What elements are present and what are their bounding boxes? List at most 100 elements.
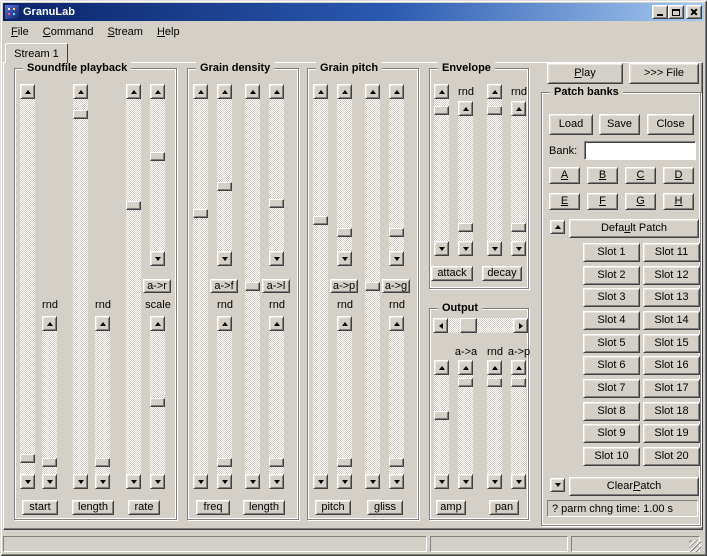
output-amp-slider-up-button[interactable] [434, 360, 449, 375]
soundfile-start-rnd-slider-up-button[interactable] [42, 316, 57, 331]
envelope-decay-slider-down-button[interactable] [487, 241, 502, 256]
soundfile-rate-scale-slider-down-button[interactable] [150, 474, 165, 489]
density-freq-mod-slider-track[interactable] [217, 99, 232, 251]
clear-patch-button[interactable]: Clear Patch [569, 477, 699, 496]
envelope-attack-rnd-slider-down-button[interactable] [458, 241, 473, 256]
envelope-attack-slider-up-button[interactable] [434, 84, 449, 99]
density-freq-slider-track[interactable] [193, 99, 208, 474]
soundfile-rate-slider-thumb[interactable] [126, 201, 141, 210]
envelope-decay-slider-track[interactable] [487, 99, 502, 241]
bank-c-button[interactable]: C [625, 167, 656, 184]
soundfile-rate-slider-up-button[interactable] [126, 84, 141, 99]
soundfile-rate-slider-track[interactable] [126, 99, 141, 474]
pitch-pitch-mod-slider-up-button[interactable] [337, 84, 352, 99]
soundfile-rate-scale-slider-up-button[interactable] [150, 316, 165, 331]
density-length-mod-slider-down-button[interactable] [269, 251, 284, 266]
pitch-gliss-slider-up-button[interactable] [365, 84, 380, 99]
output-amp-slider-track[interactable] [434, 375, 449, 474]
soundfile-length-slider-track[interactable] [73, 99, 88, 474]
pitch-gliss-mod-button[interactable]: a->g [382, 279, 410, 293]
soundfile-start-slider-thumb[interactable] [20, 454, 35, 463]
pitch-pitch-slider-down-button[interactable] [313, 474, 328, 489]
slot-17-button[interactable]: Slot 17 [643, 379, 700, 398]
soundfile-start-slider-down-button[interactable] [20, 474, 35, 489]
pitch-pitch-mod-slider-thumb[interactable] [337, 228, 352, 237]
pitch-pitch-rnd-slider-track[interactable] [337, 331, 352, 474]
slot-5-button[interactable]: Slot 5 [583, 334, 640, 353]
pitch-pitch-mod-slider-down-button[interactable] [337, 251, 352, 266]
envelope-decay-rnd-slider-up-button[interactable] [511, 101, 526, 116]
density-length-rnd-slider-down-button[interactable] [269, 474, 284, 489]
soundfile-length-rnd-slider-thumb[interactable] [95, 458, 110, 467]
slot-13-button[interactable]: Slot 13 [643, 288, 700, 307]
slot-19-button[interactable]: Slot 19 [643, 424, 700, 443]
bank-h-button[interactable]: H [663, 193, 694, 210]
output-pan-mod-slider-thumb[interactable] [511, 378, 526, 387]
pitch-pitch-slider-up-button[interactable] [313, 84, 328, 99]
save-button[interactable]: Save [599, 114, 640, 135]
density-freq-rnd-slider-up-button[interactable] [217, 316, 232, 331]
output-hslider-track[interactable] [448, 318, 513, 333]
envelope-attack-slider-track[interactable] [434, 99, 449, 241]
pitch-gliss-slider-down-button[interactable] [365, 474, 380, 489]
bank-g-button[interactable]: G [625, 193, 656, 210]
slot-12-button[interactable]: Slot 12 [643, 266, 700, 285]
output-rnd-slider-up-button[interactable] [487, 360, 502, 375]
density-freq-rnd-slider-down-button[interactable] [217, 474, 232, 489]
soundfile-rate-mod-slider-up-button[interactable] [150, 84, 165, 99]
envelope-decay-slider-thumb[interactable] [487, 106, 502, 115]
density-freq-mod-button[interactable]: a->f [210, 279, 238, 293]
soundfile-rate-mod-slider-down-button[interactable] [150, 251, 165, 266]
envelope-decay-button[interactable]: decay [482, 266, 522, 281]
envelope-decay-rnd-slider-thumb[interactable] [511, 223, 526, 232]
soundfile-length-slider-down-button[interactable] [73, 474, 88, 489]
slot-7-button[interactable]: Slot 7 [583, 379, 640, 398]
output-pan-mod-slider-down-button[interactable] [511, 474, 526, 489]
soundfile-length-slider-thumb[interactable] [73, 110, 88, 119]
density-freq-slider-down-button[interactable] [193, 474, 208, 489]
output-rnd-slider-track[interactable] [487, 375, 502, 474]
density-freq-button[interactable]: freq [196, 500, 230, 515]
density-length-mod-slider-up-button[interactable] [269, 84, 284, 99]
soundfile-length-slider-up-button[interactable] [73, 84, 88, 99]
soundfile-start-rnd-slider-track[interactable] [42, 331, 57, 474]
soundfile-rate-mod-slider-track[interactable] [150, 99, 165, 251]
bank-d-button[interactable]: D [663, 167, 694, 184]
bank-b-button[interactable]: B [587, 167, 618, 184]
pitch-gliss-rnd-slider-up-button[interactable] [389, 316, 404, 331]
pitch-pitch-rnd-slider-thumb[interactable] [337, 458, 352, 467]
soundfile-start-slider-up-button[interactable] [20, 84, 35, 99]
bank-f-button[interactable]: F [587, 193, 618, 210]
output-pan-mod-slider-up-button[interactable] [511, 360, 526, 375]
soundfile-rate-mod-button[interactable]: a->r [143, 279, 171, 293]
output-pan-mod-slider-track[interactable] [511, 375, 526, 474]
density-length-rnd-slider-track[interactable] [269, 331, 284, 474]
density-freq-rnd-slider-track[interactable] [217, 331, 232, 474]
output-amp-button[interactable]: amp [436, 500, 466, 515]
slot-16-button[interactable]: Slot 16 [643, 356, 700, 375]
output-amp-mod-slider-down-button[interactable] [458, 474, 473, 489]
patch-list-down-button[interactable] [550, 478, 565, 492]
pitch-pitch-rnd-slider-down-button[interactable] [337, 474, 352, 489]
pitch-gliss-mod-slider-down-button[interactable] [389, 251, 404, 266]
pitch-gliss-rnd-slider-thumb[interactable] [389, 458, 404, 467]
density-freq-slider-up-button[interactable] [193, 84, 208, 99]
output-amp-slider-thumb[interactable] [434, 411, 449, 420]
output-amp-mod-slider-track[interactable] [458, 375, 473, 474]
tab-stream-1[interactable]: Stream 1 [5, 43, 68, 63]
resize-grip[interactable] [689, 540, 701, 552]
soundfile-start-button[interactable]: start [22, 500, 58, 515]
pitch-pitch-mod-button[interactable]: a->p [330, 279, 358, 293]
soundfile-start-rnd-slider-down-button[interactable] [42, 474, 57, 489]
density-length-rnd-slider-up-button[interactable] [269, 316, 284, 331]
envelope-attack-rnd-slider-thumb[interactable] [458, 223, 473, 232]
envelope-attack-button[interactable]: attack [431, 266, 473, 281]
pitch-gliss-button[interactable]: gliss [367, 500, 403, 515]
output-rnd-slider-down-button[interactable] [487, 474, 502, 489]
soundfile-start-rnd-slider-thumb[interactable] [42, 458, 57, 467]
slot-18-button[interactable]: Slot 18 [643, 402, 700, 421]
density-length-button[interactable]: length [243, 500, 285, 515]
output-hslider-left-button[interactable] [433, 318, 448, 333]
output-amp-mod-slider-thumb[interactable] [458, 378, 473, 387]
envelope-attack-slider-down-button[interactable] [434, 241, 449, 256]
